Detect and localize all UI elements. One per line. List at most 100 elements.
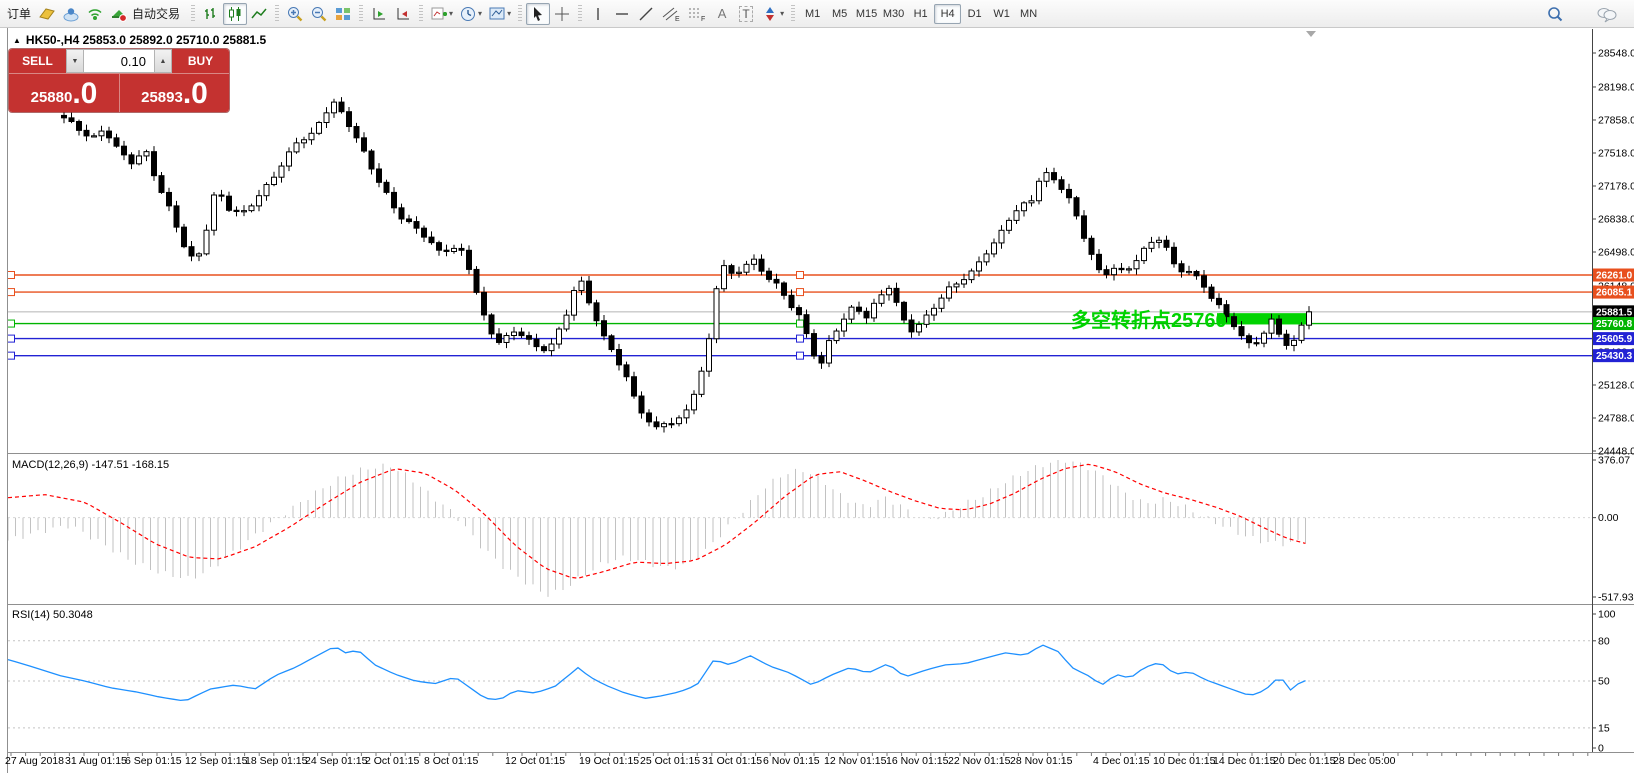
candle-body xyxy=(98,130,105,137)
candle-body xyxy=(368,150,375,170)
indicators-menu-button[interactable]: ▾ xyxy=(427,3,456,25)
chart-expand-icon[interactable]: ▲ xyxy=(13,36,21,45)
timeframe-button-w1[interactable]: W1 xyxy=(988,4,1015,24)
new-order-button[interactable]: 订单 xyxy=(3,5,35,22)
candle-body xyxy=(361,137,367,152)
search-button[interactable] xyxy=(1543,3,1567,25)
line-handle[interactable] xyxy=(796,319,804,328)
candle-body xyxy=(286,151,292,167)
candle-body xyxy=(143,151,150,157)
buy-price-button[interactable]: 25893.0 xyxy=(119,74,229,112)
horizontal-line-tool[interactable] xyxy=(610,3,634,25)
sell-price-button[interactable]: 25880.0 xyxy=(9,74,119,112)
news-button[interactable] xyxy=(83,3,107,25)
fibonacci-icon: F xyxy=(689,8,705,23)
candle-body xyxy=(481,291,487,316)
volume-increase-button[interactable]: ▲ xyxy=(154,49,172,73)
chat-button[interactable] xyxy=(1593,3,1621,25)
fibonacci-tool[interactable]: F xyxy=(684,3,710,25)
cursor-tool-button[interactable] xyxy=(526,2,551,25)
macd-pane-surface[interactable] xyxy=(8,455,1592,601)
candle-body xyxy=(331,101,337,114)
community-button[interactable] xyxy=(59,3,83,25)
line-handle[interactable] xyxy=(7,351,15,360)
vertical-line-tool[interactable] xyxy=(586,3,610,25)
chart-canvas[interactable]: 28548.0 28198.0 27858.0 27518.0 27178.0 26838… xyxy=(0,28,1634,773)
time-axis-label: 27 Aug 2018 xyxy=(5,755,64,767)
line-chart-button[interactable] xyxy=(247,3,271,25)
candle-body xyxy=(698,370,705,395)
candle-body xyxy=(166,191,172,207)
sell-button[interactable]: SELL xyxy=(9,49,66,73)
price-tick-label: 25128.0 xyxy=(1598,379,1634,391)
volume-input[interactable]: 0.10 xyxy=(84,49,154,73)
candle-body xyxy=(1088,237,1095,255)
line-handle[interactable] xyxy=(796,351,804,360)
timeframe-button-h4[interactable]: H4 xyxy=(934,3,962,24)
line-handle[interactable] xyxy=(796,288,804,297)
candle-body xyxy=(181,226,187,248)
timeframe-button-m5[interactable]: M5 xyxy=(826,4,853,24)
candle-body xyxy=(151,151,157,177)
line-handle[interactable] xyxy=(796,334,804,343)
tile-windows-button[interactable] xyxy=(331,3,355,25)
time-axis[interactable]: 27 Aug 2018 31 Aug 01:15 6 Sep 01:15 12 Sep… xyxy=(0,755,1634,773)
equidistant-channel-tool[interactable]: E xyxy=(658,3,684,25)
timeframe-button-m15[interactable]: M15 xyxy=(853,4,880,24)
bar-chart-button[interactable] xyxy=(199,3,223,25)
volume-decrease-button[interactable]: ▼ xyxy=(66,49,84,73)
toolbar-grip xyxy=(419,4,424,23)
candle-body xyxy=(1036,180,1042,202)
zoom-in-button[interactable] xyxy=(283,3,307,25)
pane-surfaces xyxy=(8,29,1592,752)
line-handle[interactable] xyxy=(7,319,15,328)
line-chart-icon xyxy=(251,8,267,18)
candle-body xyxy=(1261,332,1267,344)
line-handle[interactable] xyxy=(7,271,15,280)
candle-body xyxy=(113,137,120,147)
timeframe-button-m1[interactable]: M1 xyxy=(799,4,826,24)
candle-body xyxy=(631,376,637,397)
candle-body xyxy=(458,247,465,251)
new-order-icon-button[interactable] xyxy=(35,3,59,25)
pivot-annotation-text[interactable]: 多空转折点25760 xyxy=(1071,304,1227,333)
candle-body xyxy=(383,181,390,193)
line-handle[interactable] xyxy=(796,271,804,280)
candle-body xyxy=(188,246,195,257)
candle-body xyxy=(578,280,585,292)
candle-body xyxy=(503,335,510,343)
line-handle[interactable] xyxy=(7,334,15,343)
candle-body xyxy=(571,290,577,316)
price-tick-label: 27178.0 xyxy=(1598,180,1634,192)
candle-body xyxy=(1201,275,1207,288)
crosshair-tool-button[interactable] xyxy=(550,3,574,25)
macd-tick-label: 0.00 xyxy=(1598,512,1619,524)
candle-body xyxy=(953,283,960,288)
candle-body xyxy=(773,278,780,284)
timeframe-button-m30[interactable]: M30 xyxy=(880,4,907,24)
line-handle[interactable] xyxy=(7,288,15,297)
timeframe-button-d1[interactable]: D1 xyxy=(961,4,988,24)
templates-menu-button[interactable]: ▾ xyxy=(485,3,514,25)
timeframe-button-h1[interactable]: H1 xyxy=(907,4,934,24)
auto-scroll-button[interactable] xyxy=(367,3,391,25)
algo-trading-toggle[interactable]: 自动交易 xyxy=(107,3,187,25)
arrows-tool[interactable]: ▾ xyxy=(758,3,787,25)
candle-body xyxy=(1058,179,1065,190)
candle-body xyxy=(743,263,750,273)
candle-body xyxy=(271,176,277,186)
timeframe-button-mn[interactable]: MN xyxy=(1015,4,1042,24)
toolbar-grip xyxy=(191,4,196,23)
text-label-tool[interactable]: T xyxy=(734,3,758,25)
zoom-out-button[interactable] xyxy=(307,3,331,25)
buy-button[interactable]: BUY xyxy=(172,49,229,73)
periods-menu-button[interactable]: ▾ xyxy=(456,3,485,25)
text-tool[interactable]: A xyxy=(710,3,734,25)
rsi-tick-label: 50 xyxy=(1598,676,1610,688)
candlestick-chart-button[interactable] xyxy=(223,2,248,25)
chart-shift-button[interactable] xyxy=(391,3,415,25)
candle-body xyxy=(916,323,922,333)
candle-body xyxy=(203,229,210,255)
price-pane-surface[interactable] xyxy=(8,29,1592,453)
trendline-tool[interactable] xyxy=(634,3,658,25)
